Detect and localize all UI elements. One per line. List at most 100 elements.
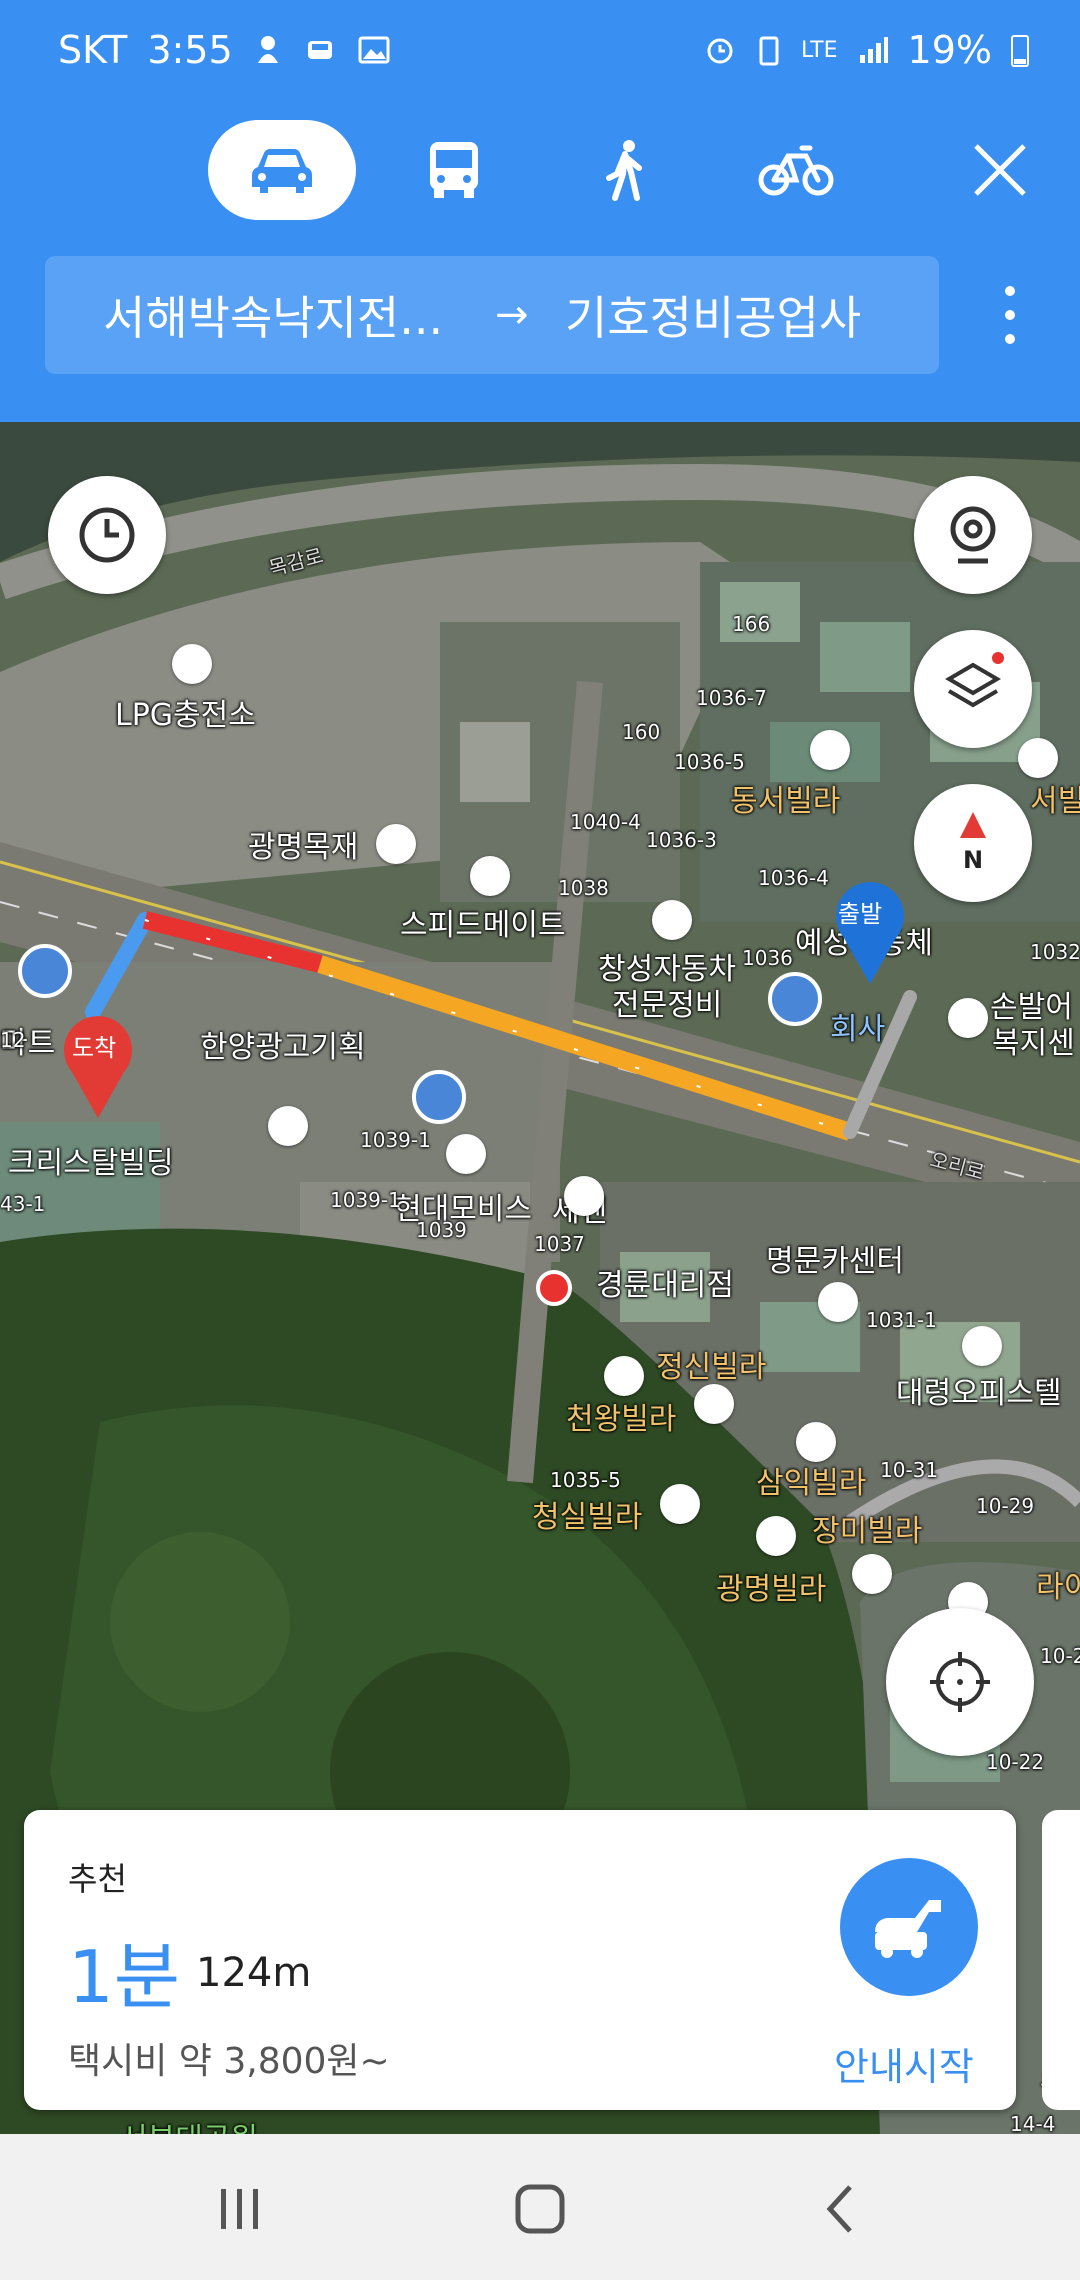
map-label[interactable]: 청실빌라 bbox=[532, 1492, 642, 1536]
building-number: 1040-4 bbox=[570, 810, 641, 834]
poi-marker[interactable] bbox=[1018, 738, 1058, 778]
layers-button[interactable] bbox=[914, 630, 1032, 748]
cctv-icon bbox=[950, 506, 996, 564]
map-label[interactable]: 삼익빌라 bbox=[756, 1458, 866, 1502]
map-label[interactable]: 명문카센터 bbox=[766, 1236, 904, 1280]
map-label[interactable]: 복지센 bbox=[992, 1018, 1075, 1062]
end-pin-label: 도착 bbox=[72, 1034, 117, 1062]
bus-stop-marker[interactable] bbox=[768, 972, 822, 1026]
end-pin[interactable]: 도착 bbox=[48, 1002, 148, 1122]
travel-distance: 124m bbox=[196, 1950, 312, 1996]
poi-marker[interactable] bbox=[172, 644, 212, 684]
svg-text:N: N bbox=[963, 846, 983, 874]
bus-stop-marker[interactable] bbox=[18, 944, 72, 998]
more-options-button[interactable] bbox=[980, 270, 1040, 360]
battery-icon bbox=[1011, 35, 1029, 67]
route-arrow-icon: → bbox=[495, 292, 529, 338]
poi-marker[interactable] bbox=[376, 824, 416, 864]
home-icon bbox=[515, 2184, 565, 2234]
poi-marker[interactable] bbox=[694, 1384, 734, 1424]
dot-icon bbox=[1005, 334, 1015, 344]
poi-marker[interactable] bbox=[564, 1176, 604, 1216]
recommend-tag: 추천 bbox=[68, 1860, 127, 1898]
carrier-label: SKT bbox=[58, 28, 128, 72]
poi-marker[interactable] bbox=[962, 1326, 1002, 1366]
map-label[interactable]: 라이 bbox=[1036, 1562, 1080, 1606]
poi-marker[interactable] bbox=[796, 1422, 836, 1462]
compass-button[interactable]: N bbox=[914, 784, 1032, 902]
building-number: 1039-1 bbox=[330, 1188, 401, 1212]
map-label[interactable]: 서빌라 bbox=[1030, 776, 1080, 820]
map-label[interactable]: 광명목재 bbox=[248, 822, 358, 866]
building-number: 1031-1 bbox=[866, 1308, 937, 1332]
poi-marker[interactable] bbox=[852, 1554, 892, 1594]
poi-marker[interactable] bbox=[470, 856, 510, 896]
history-button[interactable] bbox=[48, 476, 166, 594]
recents-icon bbox=[221, 2189, 258, 2229]
notification-app-icon bbox=[257, 36, 278, 63]
car-notification-icon bbox=[307, 41, 332, 59]
poi-marker[interactable] bbox=[660, 1484, 700, 1524]
map-label[interactable]: 전문정비 bbox=[612, 980, 722, 1024]
poi-marker[interactable] bbox=[818, 1282, 858, 1322]
building-number: 10-2 bbox=[1040, 1644, 1080, 1668]
travel-time: 1분 bbox=[68, 1935, 181, 2019]
start-navigation-label[interactable]: 안내시작 bbox=[834, 2036, 974, 2091]
building-number: 1039-1 bbox=[360, 1128, 431, 1152]
mode-car-button[interactable] bbox=[208, 120, 356, 220]
current-location-dot bbox=[536, 1270, 572, 1306]
building-number: 14-4 bbox=[1010, 2112, 1056, 2134]
building-number: 1035-5 bbox=[550, 1468, 621, 1492]
poi-marker[interactable] bbox=[652, 900, 692, 940]
map-label[interactable]: 회사 bbox=[830, 1004, 885, 1048]
map-label[interactable]: 정신빌라 bbox=[656, 1342, 766, 1386]
back-button[interactable] bbox=[800, 2174, 880, 2244]
compass-north-icon: N bbox=[960, 812, 986, 874]
route-summary-field[interactable]: 서해박속낙지전... → 기호정비공업사 bbox=[45, 256, 939, 374]
map-label[interactable]: 크리스탈빌딩 bbox=[8, 1138, 174, 1182]
poi-marker[interactable] bbox=[268, 1106, 308, 1146]
home-button[interactable] bbox=[500, 2174, 580, 2244]
map-label[interactable]: 동서빌라 bbox=[730, 776, 840, 820]
map-label[interactable]: LPG충전소 bbox=[115, 690, 256, 734]
mode-walk-button[interactable] bbox=[552, 120, 700, 220]
next-route-card[interactable] bbox=[1042, 1810, 1080, 2110]
map-label[interactable]: 한양광고기획 bbox=[200, 1022, 366, 1066]
map-label[interactable]: 천왕빌라 bbox=[566, 1394, 676, 1438]
map-label[interactable]: 대령오피스텔 bbox=[896, 1368, 1062, 1412]
mode-bike-button[interactable] bbox=[722, 120, 870, 220]
mode-bus-button[interactable] bbox=[380, 120, 528, 220]
cctv-button[interactable] bbox=[914, 476, 1032, 594]
building-number: 160 bbox=[622, 720, 661, 744]
map-label[interactable]: 경륜대리점 bbox=[596, 1260, 734, 1304]
building-number: 1039 bbox=[416, 1218, 467, 1242]
network-type-label: LTE bbox=[800, 37, 838, 63]
poi-marker[interactable] bbox=[810, 730, 850, 770]
building-number: 10-31 bbox=[880, 1458, 939, 1482]
map-label[interactable]: 장미빌라 bbox=[812, 1506, 922, 1550]
recents-button[interactable] bbox=[200, 2174, 280, 2244]
map-label[interactable]: 스피드메이트 bbox=[400, 900, 566, 944]
building-number: 43-1 bbox=[0, 1192, 46, 1216]
poi-marker[interactable] bbox=[446, 1134, 486, 1174]
notification-dot bbox=[992, 652, 1004, 664]
map-label[interactable]: 서부대공원 bbox=[120, 2114, 258, 2134]
bus-stop-marker[interactable] bbox=[412, 1070, 466, 1124]
building-number: 1036-7 bbox=[696, 686, 767, 710]
transport-mode-bar bbox=[0, 120, 1080, 220]
clock-label: 3:55 bbox=[147, 28, 233, 72]
origin-label: 서해박속낙지전... bbox=[103, 291, 444, 345]
poi-marker[interactable] bbox=[948, 998, 988, 1038]
my-location-button[interactable] bbox=[886, 1608, 1034, 1756]
building-number: 1036-5 bbox=[674, 750, 745, 774]
start-pin[interactable]: 출발 bbox=[820, 868, 920, 988]
route-summary-card[interactable]: 추천 1분 124m 택시비 약 3,800원~ 안내시작 bbox=[24, 1810, 1016, 2110]
poi-marker[interactable] bbox=[604, 1356, 644, 1396]
start-navigation-button[interactable] bbox=[840, 1858, 978, 1996]
poi-marker[interactable] bbox=[756, 1516, 796, 1556]
dot-icon bbox=[1005, 286, 1015, 296]
map-label[interactable]: 광명빌라 bbox=[716, 1564, 826, 1608]
walk-icon bbox=[606, 140, 642, 201]
navigation-turn-icon bbox=[875, 1900, 941, 1958]
close-button[interactable] bbox=[950, 120, 1050, 220]
